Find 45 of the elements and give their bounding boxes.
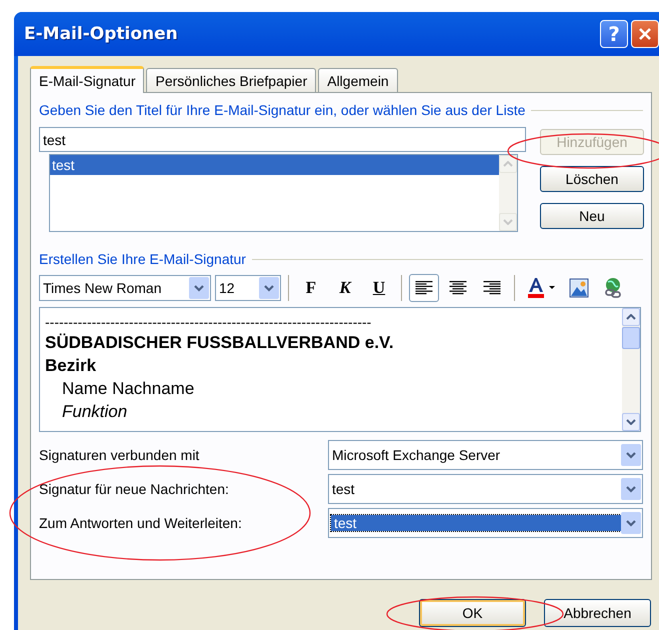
signature-text: ---------------------------------------------------------------------- (45, 313, 372, 331)
tab[interactable]: Allgemein (318, 68, 398, 92)
setting-label: Signatur für neue Nachrichten: (39, 481, 229, 497)
align-left-icon (415, 281, 433, 295)
dialog-button[interactable]: Löschen (540, 166, 644, 192)
dialog-button[interactable]: Neu (540, 203, 644, 229)
globe-link-icon (602, 277, 624, 299)
dialog-button[interactable]: OK (419, 599, 526, 627)
font-color-icon (526, 277, 556, 299)
scroll-up-button[interactable] (622, 308, 640, 326)
signature-editor[interactable]: ---------------------------------------------------------------------- SÜDBADISCHER FUSSBALLVERBAND e.V. Bezirk Name Nachname Funktion (39, 307, 641, 432)
signature-text: SÜDBADISCHER FUSSBALLVERBAND e.V. (45, 332, 395, 354)
signature-text: Bezirk (45, 355, 98, 377)
font-dropdown[interactable]: Times New Roman (39, 275, 211, 301)
section-label: Geben Sie den Titel für Ihre E-Mail-Signatur ein, oder wählen Sie aus der Liste (39, 102, 526, 118)
tab[interactable]: Persönliches Briefpapier (146, 68, 316, 92)
picture-icon (569, 278, 589, 298)
align-right-icon (483, 281, 501, 295)
format-button[interactable]: F (296, 274, 326, 302)
format-button[interactable]: K (330, 274, 360, 302)
setting-label: Signaturen verbunden mit (39, 447, 200, 463)
signature-list-item[interactable]: test (50, 155, 499, 175)
size-dropdown[interactable]: 12 (215, 275, 281, 301)
close-button[interactable] (631, 20, 659, 48)
tab[interactable]: E-Mail-Signatur (30, 66, 144, 93)
close-icon (638, 27, 652, 41)
setting-label: Zum Antworten und Weiterleiten: (39, 515, 242, 531)
align-center-icon (449, 281, 467, 295)
align-button[interactable] (409, 274, 439, 302)
scrollbar[interactable] (499, 155, 517, 231)
scroll-thumb[interactable] (622, 327, 640, 349)
signature-dropdown[interactable]: test (328, 508, 643, 538)
signature-text: Funktion (61, 401, 128, 423)
scroll-up-button[interactable] (499, 155, 517, 173)
signature-dropdown[interactable]: Microsoft Exchange Server (328, 440, 643, 470)
window-title: E-Mail-Optionen (24, 24, 178, 44)
section-label: Erstellen Sie Ihre E-Mail-Signatur (39, 251, 246, 267)
signature-text: Name Nachname (61, 378, 196, 400)
dialog-button[interactable]: Abbrechen (544, 599, 651, 627)
scrollbar[interactable] (622, 308, 640, 431)
signature-title-field[interactable]: test (39, 127, 526, 152)
scroll-down-button[interactable] (622, 413, 640, 431)
format-button[interactable]: U (364, 274, 394, 302)
signature-dropdown[interactable]: test (328, 474, 643, 504)
help-button[interactable]: ? (600, 20, 628, 48)
